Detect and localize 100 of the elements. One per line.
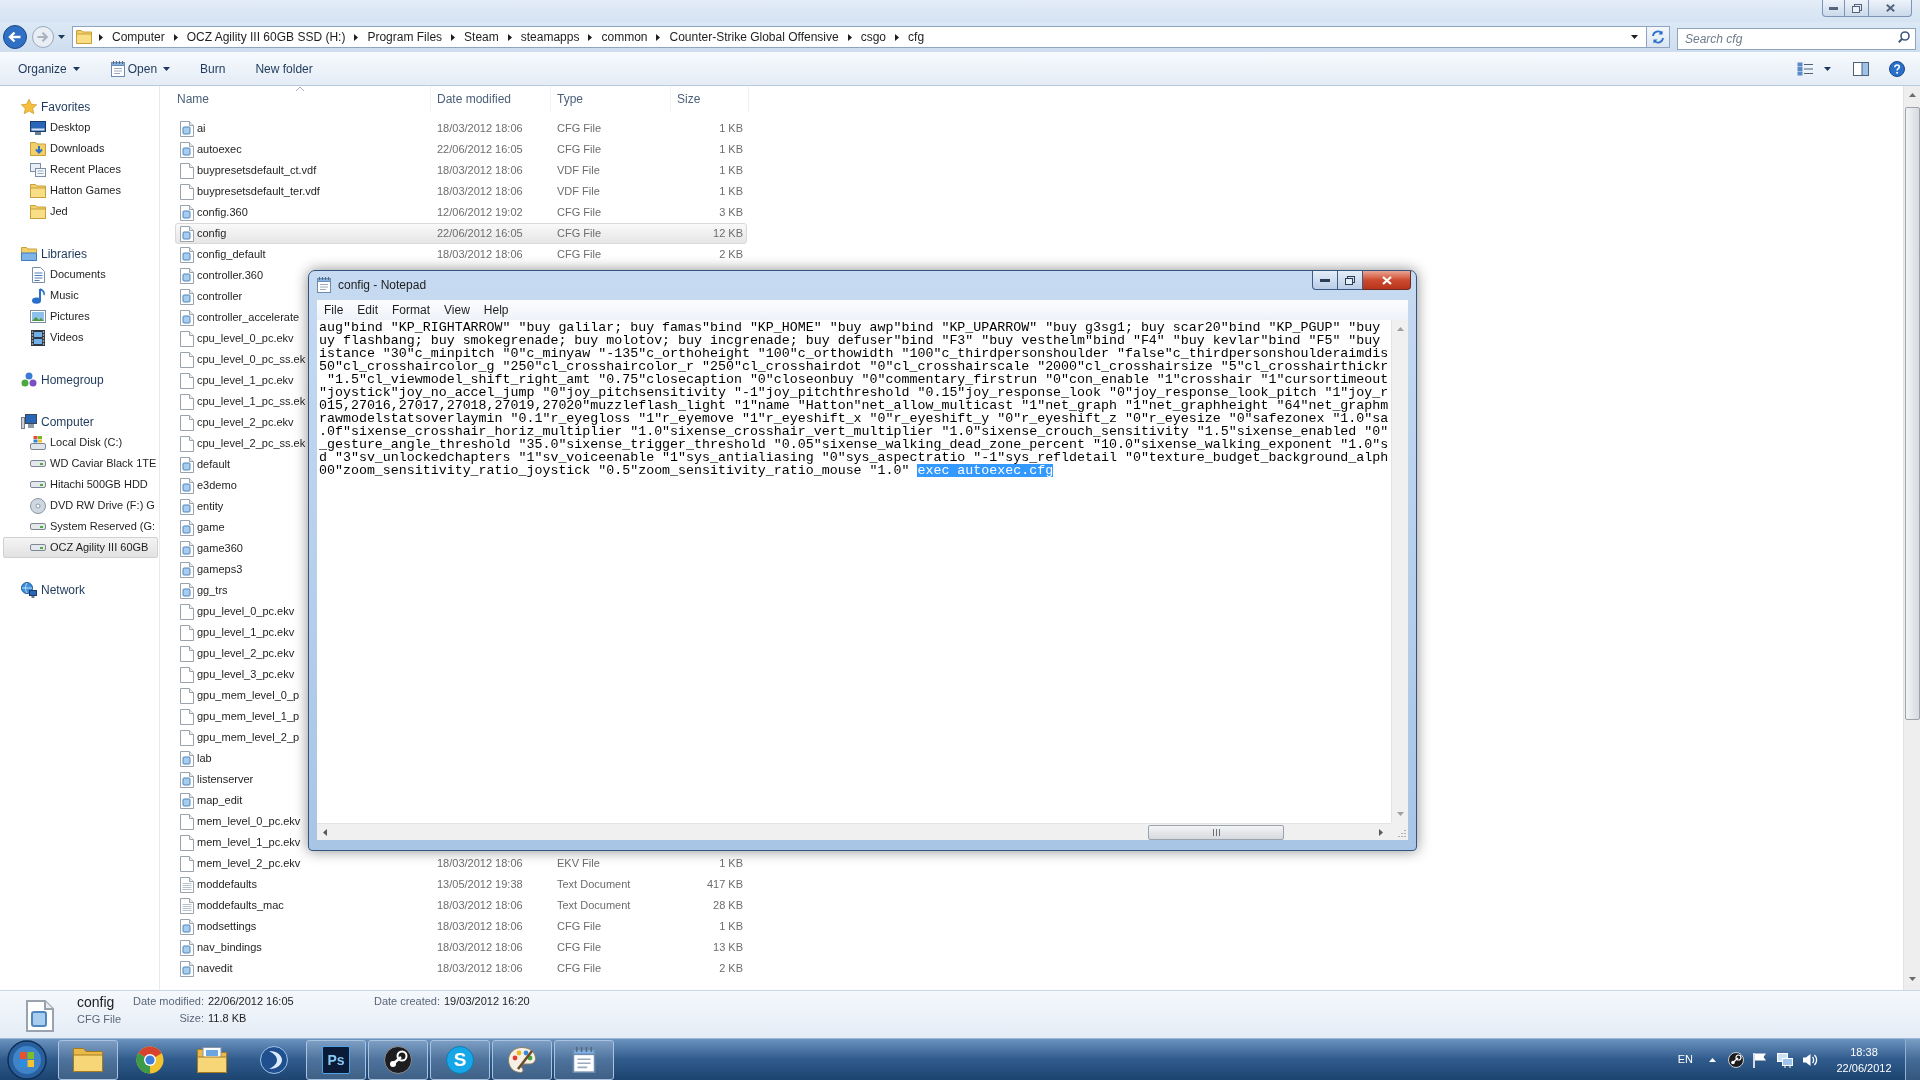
nav-item[interactable]: Favorites	[3, 96, 158, 117]
file-row[interactable]: gpu_mem_level_0_p	[175, 685, 307, 706]
nav-item[interactable]: Computer	[3, 411, 158, 432]
network-icon[interactable]	[1777, 1051, 1793, 1068]
close-button[interactable]	[1363, 271, 1411, 290]
nav-item[interactable]: Pictures	[3, 306, 158, 327]
caret-icon[interactable]	[1824, 66, 1831, 71]
file-row[interactable]: default	[175, 454, 307, 475]
nav-item[interactable]: Recent Places	[3, 159, 158, 180]
breadcrumb[interactable]: common	[597, 27, 652, 47]
nav-item[interactable]: Hitachi 500GB HDD	[3, 474, 158, 495]
clock-button[interactable]: 18:38 22/06/2012	[1829, 1043, 1899, 1076]
file-row[interactable]: modsettings 18/03/2012 18:06 CFG File 1 KB	[175, 916, 747, 937]
file-row[interactable]: e3demo	[175, 475, 307, 496]
column-header[interactable]: Type	[551, 86, 671, 112]
file-row[interactable]: config 22/06/2012 16:05 CFG File 12 KB	[175, 223, 747, 244]
breadcrumb[interactable]: Steam	[460, 27, 503, 47]
nav-item[interactable]: Libraries	[3, 243, 158, 264]
refresh-button[interactable]	[1647, 26, 1670, 48]
file-row[interactable]: controller	[175, 286, 307, 307]
file-row[interactable]: controller.360	[175, 265, 307, 286]
breadcrumb[interactable]: steamapps	[516, 27, 584, 47]
nav-item[interactable]: Homegroup	[3, 369, 158, 390]
close-button[interactable]	[1869, 0, 1912, 17]
flag-icon[interactable]	[1752, 1051, 1768, 1068]
breadcrumb[interactable]: cfg	[904, 27, 929, 47]
minimize-button[interactable]	[1822, 0, 1845, 17]
file-row[interactable]: cpu_level_0_pc_ss.ek	[175, 349, 307, 370]
file-row[interactable]: cpu_level_0_pc.ekv	[175, 328, 307, 349]
show-hidden-icon[interactable]	[1709, 1057, 1716, 1062]
back-icon[interactable]	[3, 25, 27, 49]
file-row[interactable]: gpu_mem_level_1_p	[175, 706, 307, 727]
scroll-up-icon[interactable]	[1908, 93, 1916, 97]
nav-item[interactable]: Jed	[3, 201, 158, 222]
file-row[interactable]: gpu_level_0_pc.ekv	[175, 601, 307, 622]
menu-item[interactable]: Format	[385, 300, 438, 320]
menu-item[interactable]: File	[317, 300, 351, 320]
file-row[interactable]: config_default 18/03/2012 18:06 CFG File 2 KB	[175, 244, 747, 265]
file-row[interactable]: gameps3	[175, 559, 307, 580]
file-row[interactable]: map_edit	[175, 790, 307, 811]
file-row[interactable]: cpu_level_2_pc_ss.ek	[175, 433, 307, 454]
menu-item[interactable]: View	[437, 300, 477, 320]
history-caret-icon[interactable]	[58, 35, 65, 39]
resize-grip-icon[interactable]	[1397, 829, 1406, 838]
breadcrumb[interactable]: csgo	[856, 27, 891, 47]
nav-item[interactable]: Local Disk (C:)	[3, 432, 158, 453]
breadcrumb[interactable]: Program Files	[363, 27, 447, 47]
scroll-right-icon[interactable]	[1379, 828, 1383, 836]
taskbar-button[interactable]	[368, 1039, 428, 1080]
file-row[interactable]: controller_accelerate	[175, 307, 307, 328]
scrollbar-thumb[interactable]	[1148, 824, 1284, 840]
nav-item[interactable]: Network	[3, 579, 158, 600]
nav-item[interactable]: OCZ Agility III 60GB	[3, 537, 158, 558]
scroll-down-icon[interactable]	[1908, 977, 1916, 981]
nav-item[interactable]: DVD RW Drive (F:) G	[3, 495, 158, 516]
view-options-icon[interactable]	[1797, 61, 1813, 76]
breadcrumb[interactable]: Computer	[108, 27, 169, 47]
file-row[interactable]: moddefaults_mac 18/03/2012 18:06 Text Document 28 KB	[175, 895, 747, 916]
menu-item[interactable]: Edit	[350, 300, 386, 320]
taskbar-button[interactable]	[554, 1039, 614, 1080]
nav-item[interactable]: Downloads	[3, 138, 158, 159]
file-row[interactable]: lab	[175, 748, 307, 769]
nav-item[interactable]: Documents	[3, 264, 158, 285]
piston-logo-icon[interactable]	[1728, 1051, 1744, 1068]
scrollbar-thumb[interactable]	[1904, 107, 1920, 720]
breadcrumb[interactable]: OCZ Agility III 60GB SSD (H:)	[182, 27, 350, 47]
start-orb-icon[interactable]	[7, 1039, 47, 1080]
file-row[interactable]: listenserver	[175, 769, 307, 790]
maximize-button[interactable]	[1845, 0, 1869, 17]
file-row[interactable]: mem_level_2_pc.ekv 18/03/2012 18:06 EKV File 1 KB	[175, 853, 747, 874]
toolbar-button[interactable]: Burn	[190, 55, 236, 82]
column-header[interactable]: Date modified	[431, 86, 551, 112]
file-row[interactable]: cpu_level_1_pc.ekv	[175, 370, 307, 391]
file-row[interactable]: nav_bindings 18/03/2012 18:06 CFG File 13 KB	[175, 937, 747, 958]
scroll-left-icon[interactable]	[323, 828, 327, 836]
preview-pane-icon[interactable]	[1853, 61, 1869, 76]
language-indicator[interactable]: EN	[1677, 1051, 1693, 1068]
volume-icon[interactable]	[1802, 1051, 1818, 1068]
file-row[interactable]: mem_level_0_pc.ekv	[175, 811, 307, 832]
file-row[interactable]: ai 18/03/2012 18:06 CFG File 1 KB	[175, 118, 747, 139]
file-row[interactable]: gpu_level_2_pc.ekv	[175, 643, 307, 664]
file-row[interactable]: buypresetsdefault_ter.vdf 18/03/2012 18:06 VDF File 1 KB	[175, 181, 747, 202]
file-row[interactable]: navedit 18/03/2012 18:06 CFG File 2 KB	[175, 958, 747, 979]
menu-item[interactable]: Help	[476, 300, 516, 320]
address-caret-icon[interactable]	[1631, 35, 1638, 39]
file-row[interactable]: cpu_level_1_pc_ss.ek	[175, 391, 307, 412]
text-area[interactable]	[317, 320, 1391, 823]
toolbar-button[interactable]: New folder	[245, 55, 323, 82]
file-row[interactable]: game	[175, 517, 307, 538]
file-row[interactable]: gpu_level_1_pc.ekv	[175, 622, 307, 643]
nav-item[interactable]: Hatton Games	[3, 180, 158, 201]
file-row[interactable]: buypresetsdefault_ct.vdf 18/03/2012 18:06 VDF File 1 KB	[175, 160, 747, 181]
nav-item[interactable]: Videos	[3, 327, 158, 348]
file-row[interactable]: gpu_level_3_pc.ekv	[175, 664, 307, 685]
file-row[interactable]: cpu_level_2_pc.ekv	[175, 412, 307, 433]
toolbar-button[interactable]: Open	[99, 55, 181, 82]
file-row[interactable]: config.360 12/06/2012 19:02 CFG File 3 KB	[175, 202, 747, 223]
show-desktop-button[interactable]	[1905, 1039, 1920, 1080]
nav-item[interactable]: Desktop	[3, 117, 158, 138]
column-header[interactable]: Name	[160, 86, 431, 112]
